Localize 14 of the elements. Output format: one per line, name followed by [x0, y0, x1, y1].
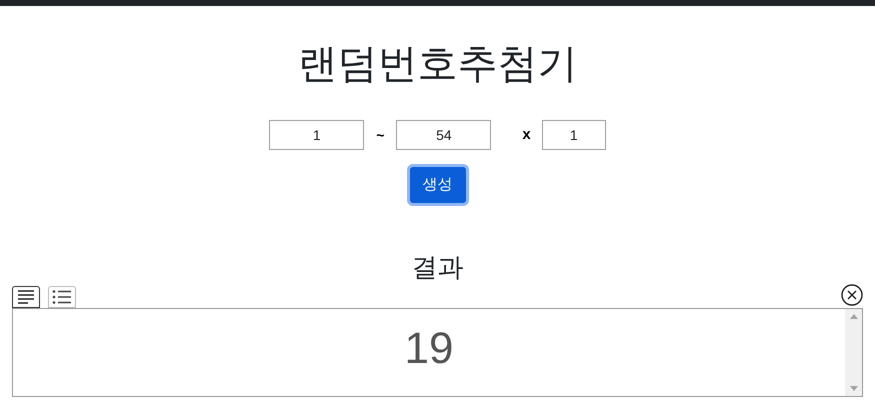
count-input[interactable]: 1	[542, 120, 606, 150]
view-mode-button[interactable]	[12, 286, 40, 308]
result-heading: 결과	[410, 251, 464, 284]
list-icon	[52, 290, 72, 304]
max-input[interactable]: 54	[396, 120, 492, 150]
times-label: x	[522, 124, 531, 145]
view-mode-button[interactable]	[48, 286, 76, 308]
align-left-icon	[17, 290, 35, 304]
page-title: 랜덤번호추첨기	[296, 41, 578, 88]
close-icon[interactable]	[841, 284, 863, 306]
min-input[interactable]: 1	[269, 120, 364, 150]
result-value: 19	[404, 323, 454, 375]
generate-button[interactable]: 생성	[406, 164, 468, 206]
range-separator: ~	[376, 126, 384, 144]
